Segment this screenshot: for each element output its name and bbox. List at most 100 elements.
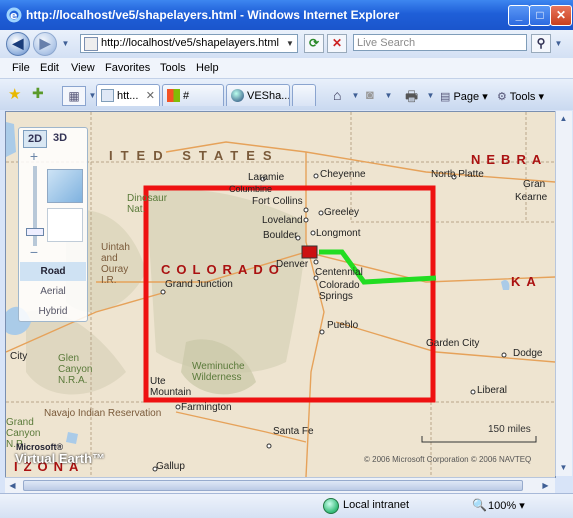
home-dropdown-icon[interactable]: ▼ xyxy=(348,88,363,103)
city-colorado-springs: Colorado Springs xyxy=(319,280,360,302)
city-cheyenne: Cheyenne xyxy=(320,169,366,180)
history-dropdown-icon[interactable]: ▼ xyxy=(58,36,73,51)
back-button[interactable]: ◀ xyxy=(6,32,30,56)
tab-close-icon[interactable]: ✕ xyxy=(146,85,155,106)
menu-tools[interactable]: Tools xyxy=(160,62,186,74)
tab-label: # xyxy=(183,90,190,102)
menu-bar: File Edit View Favorites Tools Help xyxy=(0,58,573,79)
print-icon[interactable]: 🖶 xyxy=(405,86,418,110)
city-fort-collins: Fort Collins xyxy=(252,196,303,207)
city-city: City xyxy=(10,351,28,362)
city-farmington: Farmington xyxy=(181,402,232,413)
menu-help[interactable]: Help xyxy=(196,62,219,74)
view-2d-button[interactable]: 2D xyxy=(23,130,47,148)
refresh-button[interactable]: ⟳ xyxy=(304,34,324,53)
close-window-button[interactable]: ✕ xyxy=(550,5,572,26)
map-style-aerial[interactable]: Aerial xyxy=(20,282,86,301)
search-options-icon[interactable]: ▼ xyxy=(551,36,566,51)
minimize-button[interactable]: _ xyxy=(508,5,530,26)
add-favorite-icon[interactable]: ✚ xyxy=(32,85,44,102)
forward-button[interactable]: ▶ xyxy=(33,32,57,56)
search-input[interactable]: Live Search xyxy=(353,34,527,51)
security-zone[interactable]: Local intranet xyxy=(323,498,410,514)
map-mode-shaded-icon[interactable] xyxy=(47,208,83,242)
menu-edit[interactable]: Edit xyxy=(40,62,59,74)
map-label-kansas: KA xyxy=(511,274,542,289)
page-menu[interactable]: ▤ Page ▾ xyxy=(440,90,488,103)
feeds-dropdown-icon[interactable]: ▼ xyxy=(381,88,396,103)
map-mode-road-icon[interactable] xyxy=(47,169,83,203)
menu-view[interactable]: View xyxy=(71,62,95,74)
city-north-platte: North Platte xyxy=(431,169,484,180)
ie-logo-icon: e xyxy=(6,7,22,23)
map-label-country: ITED STATES xyxy=(109,148,280,163)
home-icon[interactable]: ⌂ xyxy=(333,87,341,103)
city-gran: Gran xyxy=(523,179,546,190)
zoom-level-label: 100% xyxy=(488,500,517,512)
horizontal-scrollbar[interactable]: ◀ ▶ xyxy=(5,477,555,493)
vertical-scrollbar[interactable]: ▲ ▼ xyxy=(555,111,572,476)
window-title: http://localhost/ve5/shapelayers.html - … xyxy=(26,8,400,22)
windows-flag-icon xyxy=(167,89,180,102)
quick-tabs-icon[interactable]: ▦ xyxy=(62,86,86,106)
map-copyright: © 2006 Microsoft Corporation © 2006 NAVT… xyxy=(364,455,532,464)
maximize-button[interactable]: □ xyxy=(529,5,551,26)
scroll-down-icon[interactable]: ▼ xyxy=(556,460,571,475)
city-greeley: Greeley xyxy=(324,207,360,218)
search-button[interactable]: ⚲ xyxy=(531,34,551,53)
menu-file[interactable]: File xyxy=(12,62,30,74)
zoom-icon: 🔍 xyxy=(472,498,487,512)
map-style-hybrid[interactable]: Hybrid xyxy=(20,302,86,321)
scroll-left-icon[interactable]: ◀ xyxy=(5,478,20,493)
tab-veshapes[interactable]: VESha... xyxy=(226,84,290,106)
favorites-star-icon[interactable]: ★ xyxy=(8,85,21,103)
print-dropdown-icon[interactable]: ▼ xyxy=(423,88,438,103)
city-loveland: Loveland xyxy=(262,215,303,226)
map-label-colorado: COLORADO xyxy=(161,262,285,277)
park-uintah: Uintah and Ouray I.R. xyxy=(101,242,130,286)
city-kearne: Kearne xyxy=(515,192,548,203)
zoom-out-icon[interactable]: − xyxy=(27,245,41,260)
status-bar: Local intranet 🔍 100% ▾ xyxy=(0,493,573,518)
horizontal-scroll-thumb[interactable] xyxy=(23,480,523,491)
map-viewport[interactable]: ITED STATES COLORADO NEBRA KA IZONA Lara… xyxy=(5,111,556,478)
map-style-road[interactable]: Road xyxy=(20,262,86,281)
map-label-nebraska: NEBRA xyxy=(471,152,548,167)
city-grand-junction: Grand Junction xyxy=(165,279,233,290)
tab-label: htt... xyxy=(117,90,139,102)
scroll-up-icon[interactable]: ▲ xyxy=(556,111,571,126)
zoom-in-icon[interactable]: + xyxy=(27,149,41,164)
ve-globe-icon xyxy=(231,89,244,102)
park-glen-canyon: Glen Canyon N.R.A. xyxy=(58,353,93,386)
new-tab-button[interactable] xyxy=(292,84,316,106)
security-zone-label: Local intranet xyxy=(343,499,410,511)
page-icon xyxy=(84,37,98,51)
zoom-slider-handle[interactable] xyxy=(26,228,44,236)
city-gallup: Gallup xyxy=(156,461,185,472)
city-santa-fe: Santa Fe xyxy=(273,426,314,437)
tab-label: VESha... xyxy=(247,90,290,102)
city-liberal: Liberal xyxy=(477,385,508,396)
park-navajo: Navajo Indian Reservation xyxy=(44,408,162,419)
tab-hash[interactable]: # xyxy=(162,84,224,106)
scroll-right-icon[interactable]: ▶ xyxy=(538,478,553,493)
zoom-level[interactable]: 🔍 100% ▾ xyxy=(472,498,525,512)
city-columbine: Columbine xyxy=(229,184,273,194)
stop-button[interactable]: ✕ xyxy=(327,34,347,53)
page-icon: ▤ xyxy=(440,91,451,103)
view-3d-button[interactable]: 3D xyxy=(49,130,71,146)
menu-favorites[interactable]: Favorites xyxy=(105,62,150,74)
ve-brand-logo: Virtual Earth™ xyxy=(15,451,106,466)
address-dropdown-icon[interactable]: ▼ xyxy=(283,35,297,52)
tools-menu-label: Tools xyxy=(509,91,536,103)
feeds-icon[interactable]: ◙ xyxy=(366,87,374,102)
map-scale-label: 150 miles xyxy=(488,424,531,435)
park-dinosaur: Dinosaur Nat. xyxy=(127,193,168,215)
address-url[interactable]: http://localhost/ve5/shapelayers.html xyxy=(101,37,279,49)
tools-menu[interactable]: ⚙ Tools ▾ xyxy=(497,90,544,103)
address-bar[interactable]: http://localhost/ve5/shapelayers.html ▼ xyxy=(80,34,298,53)
intranet-globe-icon xyxy=(323,498,339,514)
tab-shapelayers[interactable]: htt... ✕ xyxy=(96,84,160,106)
city-boulder: Boulder xyxy=(263,230,298,241)
park-weminuche: Weminuche Wilderness xyxy=(192,361,245,383)
